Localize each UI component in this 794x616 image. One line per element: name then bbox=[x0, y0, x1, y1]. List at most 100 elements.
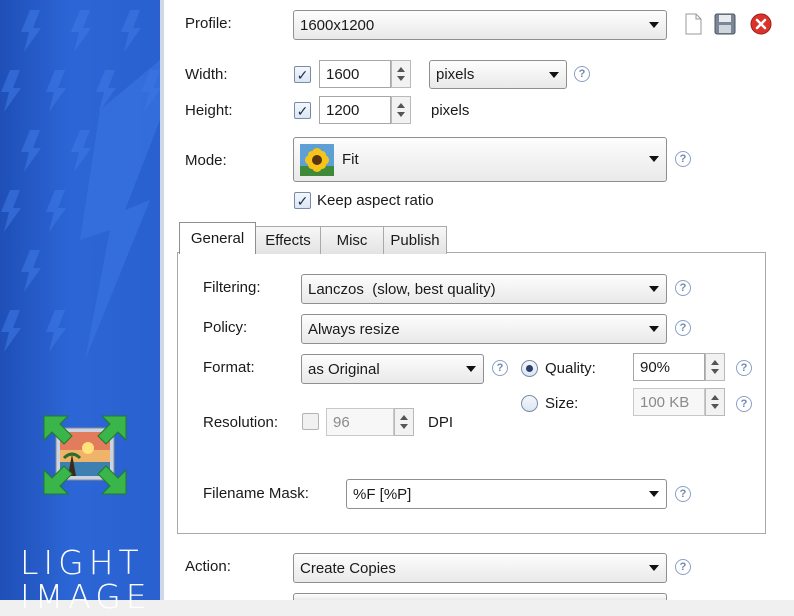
policy-label: Policy: bbox=[203, 319, 248, 336]
profile-dropdown[interactable]: 1600x1200 bbox=[293, 10, 667, 40]
help-glyph: ? bbox=[740, 398, 748, 410]
keep-aspect-label[interactable]: Keep aspect ratio bbox=[317, 192, 434, 209]
profile-label: Profile: bbox=[185, 15, 232, 32]
chevron-down-icon bbox=[649, 565, 659, 571]
width-unit-dropdown[interactable]: pixels bbox=[429, 60, 567, 89]
height-label: Height: bbox=[185, 102, 233, 119]
tab-misc[interactable]: Misc bbox=[320, 226, 384, 254]
chevron-down-icon bbox=[466, 366, 476, 372]
sunflower-icon bbox=[300, 143, 334, 176]
quality-radio[interactable] bbox=[521, 360, 538, 377]
checkmark-icon: ✓ bbox=[296, 66, 309, 83]
policy-dropdown[interactable]: Always resize bbox=[301, 314, 667, 344]
chevron-down-icon bbox=[649, 491, 659, 497]
spin-up-icon bbox=[711, 360, 719, 365]
filtering-label: Filtering: bbox=[203, 279, 261, 296]
mode-value: Fit bbox=[342, 151, 359, 168]
chevron-down-icon bbox=[649, 22, 659, 28]
chevron-down-icon bbox=[649, 286, 659, 292]
checkmark-icon: ✓ bbox=[296, 192, 309, 209]
help-icon[interactable]: ? bbox=[675, 486, 691, 502]
close-icon bbox=[750, 13, 772, 35]
quality-label[interactable]: Quality: bbox=[545, 360, 596, 377]
width-value: 1600 bbox=[326, 65, 360, 83]
help-icon[interactable]: ? bbox=[492, 360, 508, 376]
help-icon[interactable]: ? bbox=[675, 280, 691, 296]
resolution-spinner[interactable] bbox=[394, 408, 414, 436]
help-glyph: ? bbox=[679, 561, 687, 573]
resolution-unit-label: DPI bbox=[428, 414, 454, 431]
tab-publish[interactable]: Publish bbox=[383, 226, 447, 254]
app-logo-icon bbox=[42, 414, 128, 496]
help-icon[interactable]: ? bbox=[736, 360, 752, 376]
quality-value: 90% bbox=[640, 358, 671, 376]
size-label[interactable]: Size: bbox=[545, 395, 578, 412]
width-spinner[interactable] bbox=[391, 60, 411, 88]
tab-effects[interactable]: Effects bbox=[255, 226, 321, 254]
width-checkbox[interactable]: ✓ bbox=[294, 66, 311, 83]
format-label: Format: bbox=[203, 359, 255, 376]
help-icon[interactable]: ? bbox=[574, 66, 590, 82]
spin-up-icon bbox=[711, 395, 719, 400]
help-icon[interactable]: ? bbox=[675, 559, 691, 575]
height-input[interactable]: 1200 bbox=[319, 96, 391, 124]
new-profile-button[interactable] bbox=[681, 12, 705, 36]
action-label: Action: bbox=[185, 558, 231, 575]
spin-down-icon bbox=[711, 404, 719, 409]
new-document-icon bbox=[685, 13, 702, 35]
size-radio[interactable] bbox=[521, 395, 538, 412]
resolution-label: Resolution: bbox=[203, 414, 279, 431]
help-icon[interactable]: ? bbox=[675, 320, 691, 336]
spin-down-icon bbox=[397, 112, 405, 117]
brand-sidebar bbox=[0, 0, 160, 600]
filename-mask-combo[interactable]: %F [%P] bbox=[346, 479, 667, 509]
format-value: as Original bbox=[308, 360, 380, 378]
keep-aspect-checkbox[interactable]: ✓ bbox=[294, 192, 311, 209]
height-spinner[interactable] bbox=[391, 96, 411, 124]
resolution-input[interactable]: 96 bbox=[326, 408, 394, 436]
tab-general[interactable]: General bbox=[179, 222, 256, 254]
size-value: 100 KB bbox=[640, 393, 690, 411]
help-icon[interactable]: ? bbox=[736, 396, 752, 412]
quality-input[interactable]: 90% bbox=[633, 353, 705, 381]
mode-label: Mode: bbox=[185, 152, 227, 169]
spin-down-icon bbox=[397, 76, 405, 81]
height-unit-label: pixels bbox=[431, 102, 470, 119]
help-glyph: ? bbox=[679, 488, 687, 500]
mode-dropdown[interactable]: Fit bbox=[293, 137, 667, 182]
action-dropdown[interactable]: Create Copies bbox=[293, 553, 667, 583]
profile-value: 1600x1200 bbox=[300, 16, 375, 34]
format-dropdown[interactable]: as Original bbox=[301, 354, 484, 384]
tab-publish-label: Publish bbox=[390, 232, 440, 249]
action-value: Create Copies bbox=[300, 559, 396, 577]
help-glyph: ? bbox=[679, 322, 687, 334]
tab-misc-label: Misc bbox=[336, 232, 368, 249]
brand-line-2: IMAGE bbox=[20, 577, 152, 616]
help-glyph: ? bbox=[496, 362, 504, 374]
width-unit-value: pixels bbox=[436, 66, 475, 83]
height-checkbox[interactable]: ✓ bbox=[294, 102, 311, 119]
delete-profile-button[interactable] bbox=[749, 12, 773, 36]
filename-mask-label: Filename Mask: bbox=[203, 485, 309, 502]
resolution-checkbox[interactable] bbox=[302, 413, 319, 430]
filtering-dropdown[interactable]: Lanczos (slow, best quality) bbox=[301, 274, 667, 304]
quality-spinner[interactable] bbox=[705, 353, 725, 381]
size-spinner[interactable] bbox=[705, 388, 725, 416]
width-input[interactable]: 1600 bbox=[319, 60, 391, 88]
next-dropdown-partial[interactable] bbox=[293, 593, 667, 600]
resolution-value: 96 bbox=[333, 413, 350, 431]
filtering-value: Lanczos (slow, best quality) bbox=[308, 280, 496, 298]
size-input[interactable]: 100 KB bbox=[633, 388, 705, 416]
policy-value: Always resize bbox=[308, 320, 400, 338]
help-glyph: ? bbox=[578, 68, 586, 80]
brand-line-1: LIGHT bbox=[20, 543, 144, 582]
save-profile-button[interactable] bbox=[713, 12, 737, 36]
lightning-pattern bbox=[1, 10, 160, 360]
tab-general-label: General bbox=[190, 230, 245, 247]
panel-divider bbox=[160, 0, 164, 600]
help-icon[interactable]: ? bbox=[675, 151, 691, 167]
help-glyph: ? bbox=[740, 362, 748, 374]
width-label: Width: bbox=[185, 66, 228, 83]
help-glyph: ? bbox=[679, 153, 687, 165]
brand-wordmark: LIGHT IMAGE bbox=[20, 546, 152, 614]
